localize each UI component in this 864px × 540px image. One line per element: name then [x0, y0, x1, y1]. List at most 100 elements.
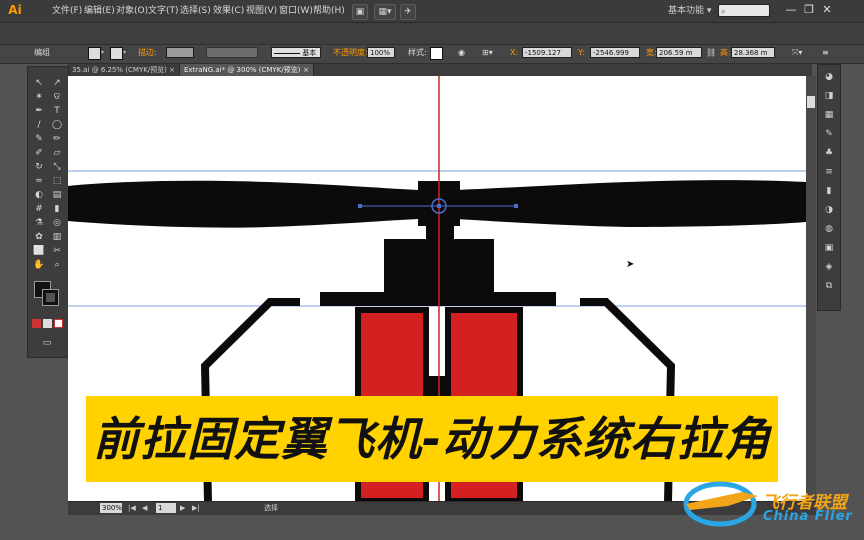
tab-document-2[interactable]: ExtraNG.ai* @ 300% (CMYK/预览) ×	[180, 64, 314, 76]
fill-stroke-widget[interactable]	[34, 281, 60, 307]
anchor-point[interactable]	[514, 204, 518, 208]
gpu-performance-icon[interactable]: ✈	[400, 4, 416, 20]
slice-icon[interactable]: ✂	[49, 245, 65, 258]
stroke-weight-field[interactable]	[166, 47, 194, 58]
graph-icon[interactable]: ▥	[49, 231, 65, 244]
ellipse-icon[interactable]: ◯	[49, 119, 65, 132]
constrain-proportions-icon[interactable]: ⛓	[706, 46, 716, 60]
color-guide-icon[interactable]: ◨	[822, 90, 836, 102]
shape-builder-icon[interactable]: ◐	[31, 189, 47, 202]
line-icon[interactable]: /	[31, 119, 47, 132]
panel-menu-icon[interactable]: ≡	[822, 46, 829, 60]
zoom-icon[interactable]: ⌕	[49, 259, 65, 272]
scale-icon[interactable]: ⤡	[49, 161, 65, 174]
brush-icon[interactable]: ✎	[31, 133, 47, 146]
perspective-icon[interactable]: ▤	[49, 189, 65, 202]
gradient-panel-icon[interactable]: ▮	[822, 185, 836, 197]
swatches-icon[interactable]: ▦	[822, 109, 836, 121]
chevron-down-icon[interactable]: ▾	[101, 47, 108, 58]
menu-edit[interactable]: 编辑(E)	[84, 4, 115, 18]
menu-file[interactable]: 文件(F)	[52, 4, 82, 18]
symbols-icon[interactable]: ♣	[822, 147, 836, 159]
selection-arrow-icon[interactable]: ↖	[31, 77, 47, 90]
recolor-artwork-icon[interactable]: ◉	[458, 46, 465, 60]
vertical-scrollbar[interactable]	[806, 76, 816, 501]
zoom-field[interactable]: 300%	[100, 503, 122, 513]
close-icon[interactable]: ×	[169, 64, 175, 76]
symbol-sprayer-icon[interactable]: ✿	[31, 231, 47, 244]
width-field[interactable]: 206.59 m	[656, 47, 702, 58]
stroke-icon[interactable]: ≡	[822, 166, 836, 178]
graphic-style-swatch[interactable]	[430, 47, 443, 60]
bridge-icon[interactable]: ▣	[352, 4, 368, 20]
menu-help[interactable]: 帮助(H)	[313, 4, 345, 18]
gradient-icon[interactable]: ▮	[49, 203, 65, 216]
propeller-right-blade[interactable]	[456, 180, 806, 227]
arrange-documents-icon[interactable]: ▦▾	[374, 4, 396, 20]
restore-button[interactable]: ❐	[800, 2, 818, 18]
menu-window[interactable]: 窗口(W)	[279, 4, 313, 18]
artboard-icon[interactable]: ⬜	[31, 245, 47, 258]
close-icon[interactable]: ×	[303, 64, 309, 76]
lasso-icon[interactable]: ଡ	[49, 91, 65, 104]
last-page-icon[interactable]: ▶|	[192, 502, 200, 515]
tab-document-1[interactable]: 35.ai @ 6.25% (CMYK/预览) ×	[68, 64, 180, 76]
transparency-icon[interactable]: ◑	[822, 204, 836, 216]
menu-select[interactable]: 选择(S)	[180, 4, 211, 18]
y-position-field[interactable]: -2546.999	[590, 47, 640, 58]
align-icon[interactable]: ⊞▾	[482, 46, 493, 60]
variable-width-profile[interactable]	[206, 47, 258, 58]
artboards-icon[interactable]: ⧉	[822, 280, 836, 292]
minimize-button[interactable]: —	[782, 2, 800, 18]
workspace-switcher[interactable]: 基本功能 ▾	[668, 4, 711, 18]
menu-view[interactable]: 视图(V)	[246, 4, 277, 18]
motor-mount[interactable]	[320, 292, 556, 306]
pen-icon[interactable]: ✒	[31, 105, 47, 118]
center-bracket[interactable]	[426, 376, 448, 396]
scrollbar-thumb[interactable]	[807, 96, 815, 108]
direct-selection-icon[interactable]: ↗	[49, 77, 65, 90]
transform-options-icon[interactable]: ⤧▾	[792, 46, 802, 60]
menu-object[interactable]: 对象(O)	[116, 4, 148, 18]
layers-icon[interactable]: ◈	[822, 261, 836, 273]
height-field[interactable]: 28.368 m	[731, 47, 775, 58]
magic-wand-icon[interactable]: ✶	[31, 91, 47, 104]
propeller-left-blade[interactable]	[68, 180, 418, 228]
stroke-label[interactable]: 描边:	[138, 46, 157, 60]
hand-icon[interactable]: ✋	[31, 259, 47, 272]
previous-page-icon[interactable]: ◀	[142, 502, 147, 515]
chevron-down-icon[interactable]: ▾	[123, 47, 130, 58]
graphic-styles-icon[interactable]: ▣	[822, 242, 836, 254]
warp-icon[interactable]: ≈	[31, 175, 47, 188]
search-input[interactable]: ⌕	[718, 4, 770, 17]
anchor-point[interactable]	[358, 204, 362, 208]
menu-effect[interactable]: 效果(C)	[213, 4, 244, 18]
fill-swatch[interactable]	[88, 47, 101, 60]
next-page-icon[interactable]: ▶	[180, 502, 185, 515]
opacity-field[interactable]: 100%	[367, 47, 395, 58]
close-button[interactable]: ✕	[818, 2, 836, 18]
rotate-icon[interactable]: ↻	[31, 161, 47, 174]
anchor-point[interactable]	[437, 204, 441, 208]
menu-type[interactable]: 文字(T)	[148, 4, 179, 18]
blend-icon[interactable]: ◎	[49, 217, 65, 230]
color-mode-buttons[interactable]	[32, 313, 64, 328]
color-icon[interactable]: ◕	[822, 71, 836, 83]
eraser-icon[interactable]: ▱	[49, 147, 65, 160]
brush-definition[interactable]: 基本	[271, 47, 321, 58]
opacity-label[interactable]: 不透明度:	[333, 46, 368, 60]
screen-mode-icon[interactable]: ▭	[39, 337, 55, 350]
mesh-icon[interactable]: #	[31, 203, 47, 216]
type-icon[interactable]: T	[49, 105, 65, 118]
x-position-field[interactable]: -1509.127	[522, 47, 572, 58]
stroke-swatch[interactable]	[110, 47, 123, 60]
free-transform-icon[interactable]: ⬚	[49, 175, 65, 188]
pencil-icon[interactable]: ✏	[49, 133, 65, 146]
first-page-icon[interactable]: |◀	[128, 502, 136, 515]
blob-brush-icon[interactable]: ✐	[31, 147, 47, 160]
brushes-icon[interactable]: ✎	[822, 128, 836, 140]
artboard-number-field[interactable]: 1	[156, 503, 176, 513]
appearance-icon[interactable]: ◍	[822, 223, 836, 235]
eyedropper-icon[interactable]: ⚗	[31, 217, 47, 230]
prop-shaft[interactable]	[426, 226, 454, 241]
